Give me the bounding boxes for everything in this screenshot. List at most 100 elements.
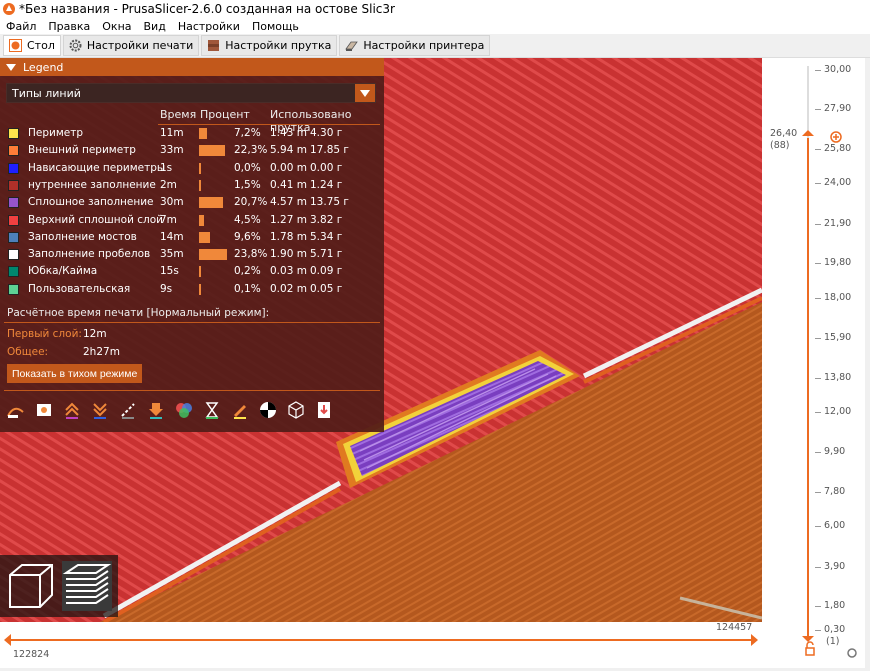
tab-plater-label: Стол <box>27 39 55 52</box>
legend-row[interactable]: Верхний сплошной слой 7m 4,5% 1.27 m 3.82 г <box>0 212 384 229</box>
legend-row-time: 9s <box>160 282 173 295</box>
legend-row[interactable]: Внешний периметр 33m 22,3% 5.94 m 17.85 г <box>0 142 384 159</box>
shells-icon[interactable] <box>286 400 306 420</box>
col-percent: Процент <box>200 108 250 121</box>
legend-color-swatch <box>8 266 19 278</box>
collapse-triangle-icon <box>6 63 16 71</box>
legend-row-name: Нависающие периметры <box>28 161 166 174</box>
legend-row-time: 7m <box>160 213 177 226</box>
legend-color-swatch <box>8 162 19 174</box>
legend-row-grams: 0.09 г <box>310 265 343 278</box>
layer-height-tick: 6,00 <box>824 520 846 531</box>
legend-row-grams: 0.00 г <box>310 161 343 174</box>
legend-row-meters: 5.94 m <box>270 144 307 157</box>
3d-view-cube-icon[interactable] <box>6 561 56 611</box>
legend-row[interactable]: Пользовательская 9s 0,1% 0.02 m 0.05 г <box>0 281 384 298</box>
custom-gcode-icon[interactable] <box>230 400 250 420</box>
legend-row-percent-bar <box>199 128 208 139</box>
legend-row-time: 1s <box>160 161 173 174</box>
legend-row[interactable]: нутреннее заполнение 2m 1,5% 0.41 m 1.24 г <box>0 177 384 194</box>
tool-changes-icon[interactable] <box>146 400 166 420</box>
center-of-gravity-icon[interactable] <box>258 400 278 420</box>
title-bar: *Без названия - PrusaSlicer-2.6.0 создан… <box>0 0 870 18</box>
layer-height-tick: 30,00 <box>824 64 852 75</box>
tab-print-settings[interactable]: Настройки печати <box>62 35 200 56</box>
legend-row-meters: 0.00 m <box>270 161 307 174</box>
col-time: Время <box>160 108 197 121</box>
legend-row-name: нутреннее заполнение <box>28 178 156 191</box>
legend-header[interactable]: Legend <box>0 58 384 76</box>
divider <box>4 322 380 323</box>
tick-mark <box>815 630 821 631</box>
retractions-icon[interactable] <box>62 400 82 420</box>
show-silent-mode-button[interactable]: Показать в тихом режиме <box>7 364 143 383</box>
layer-height-tick: 24,00 <box>824 177 852 188</box>
legend-color-swatch <box>8 214 19 226</box>
legend-row-percent: 0,1% <box>234 282 261 295</box>
menu-help[interactable]: Помощь <box>246 20 305 33</box>
legend-row-percent-bar <box>199 249 227 261</box>
view-type-dropdown-button[interactable] <box>355 84 375 102</box>
legend-row-name: Пользовательская <box>28 282 131 295</box>
menu-windows[interactable]: Окна <box>96 20 137 33</box>
view-type-select[interactable]: Типы линий <box>6 83 376 103</box>
window-title: *Без названия - PrusaSlicer-2.6.0 создан… <box>19 2 395 16</box>
first-layer-label: Первый слой: <box>7 328 82 340</box>
tick-mark <box>815 224 821 225</box>
legend-row-name: Заполнение пробелов <box>28 248 151 261</box>
legend-color-swatch <box>8 283 19 295</box>
deretractions-icon[interactable] <box>90 400 110 420</box>
legend-row-percent: 23,8% <box>234 248 268 261</box>
legend-row-time: 2m <box>160 178 177 191</box>
main-tab-bar: Стол Настройки печати Настройки прутка Н… <box>0 34 870 58</box>
legend-color-swatch <box>8 197 19 209</box>
spool-icon <box>208 40 220 51</box>
menu-settings[interactable]: Настройки <box>172 20 246 33</box>
legend-color-swatch <box>8 145 19 157</box>
legend-row[interactable]: Сплошное заполнение 30m 20,7% 4.57 m 13.75 г <box>0 194 384 211</box>
menu-view[interactable]: Вид <box>138 20 172 33</box>
hslider-left-value: 122824 <box>13 649 50 660</box>
tab-plater[interactable]: Стол <box>3 35 61 56</box>
tab-filament-settings[interactable]: Настройки прутка <box>201 35 338 56</box>
legend-color-swatch <box>8 249 19 261</box>
slider-right-arrow-icon[interactable] <box>751 634 758 646</box>
tab-print-settings-label: Настройки печати <box>86 39 194 52</box>
legend-row[interactable]: Юбка/Кайма 15s 0,2% 0.03 m 0.09 г <box>0 263 384 280</box>
legend-row-grams: 1.24 г <box>310 178 343 191</box>
tab-printer-settings[interactable]: Настройки принтера <box>339 35 491 56</box>
seams-icon[interactable] <box>118 400 138 420</box>
tick-mark <box>815 298 821 299</box>
legend-row-percent-bar <box>199 162 201 174</box>
tick-mark <box>815 526 821 527</box>
color-changes-icon[interactable] <box>174 400 194 420</box>
legend-row-time: 30m <box>160 196 184 209</box>
legend-row[interactable]: Периметр 11m 7,2% 1.43 m 4.30 г <box>0 125 384 142</box>
legend-row-percent: 4,5% <box>234 213 261 226</box>
menu-file[interactable]: Файл <box>0 20 42 33</box>
gear-icon <box>69 39 82 52</box>
visibility-toolbar <box>6 400 378 422</box>
travel-icon[interactable] <box>6 400 26 420</box>
legend-row[interactable]: Нависающие периметры 1s 0,0% 0.00 m 0.00 г <box>0 160 384 177</box>
layers-view-icon[interactable] <box>62 561 112 611</box>
legend-row-percent-bar <box>199 145 226 157</box>
layer-height-tick: 1,80 <box>824 600 846 611</box>
layer-height-tick: 12,00 <box>824 406 852 417</box>
horizontal-move-slider[interactable]: 122824 124457 <box>0 622 762 668</box>
vertical-layer-slider[interactable]: 30,00 27,90 25,80 24,00 21,90 19,80 18,00 15,90… <box>762 58 865 668</box>
total-time-label: Общее: <box>7 346 49 358</box>
legend-row[interactable]: Заполнение мостов 14m 9,6% 1.78 m 5.34 г <box>0 229 384 246</box>
legend-row-time: 14m <box>160 230 184 243</box>
menu-edit[interactable]: Правка <box>42 20 96 33</box>
legend-row[interactable]: Заполнение пробелов 35m 23,8% 1.90 m 5.71 г <box>0 246 384 263</box>
prusaslicer-logo-icon <box>3 3 15 15</box>
pause-prints-icon[interactable] <box>202 400 222 420</box>
wipe-icon[interactable] <box>34 400 54 420</box>
legend-row-grams: 13.75 г <box>310 196 349 209</box>
tool-marker-icon[interactable] <box>314 400 334 420</box>
legend-row-grams: 5.34 г <box>310 230 343 243</box>
slider-left-arrow-icon[interactable] <box>4 634 11 646</box>
layer-height-tick: 19,80 <box>824 257 852 268</box>
legend-title: Legend <box>23 60 64 74</box>
